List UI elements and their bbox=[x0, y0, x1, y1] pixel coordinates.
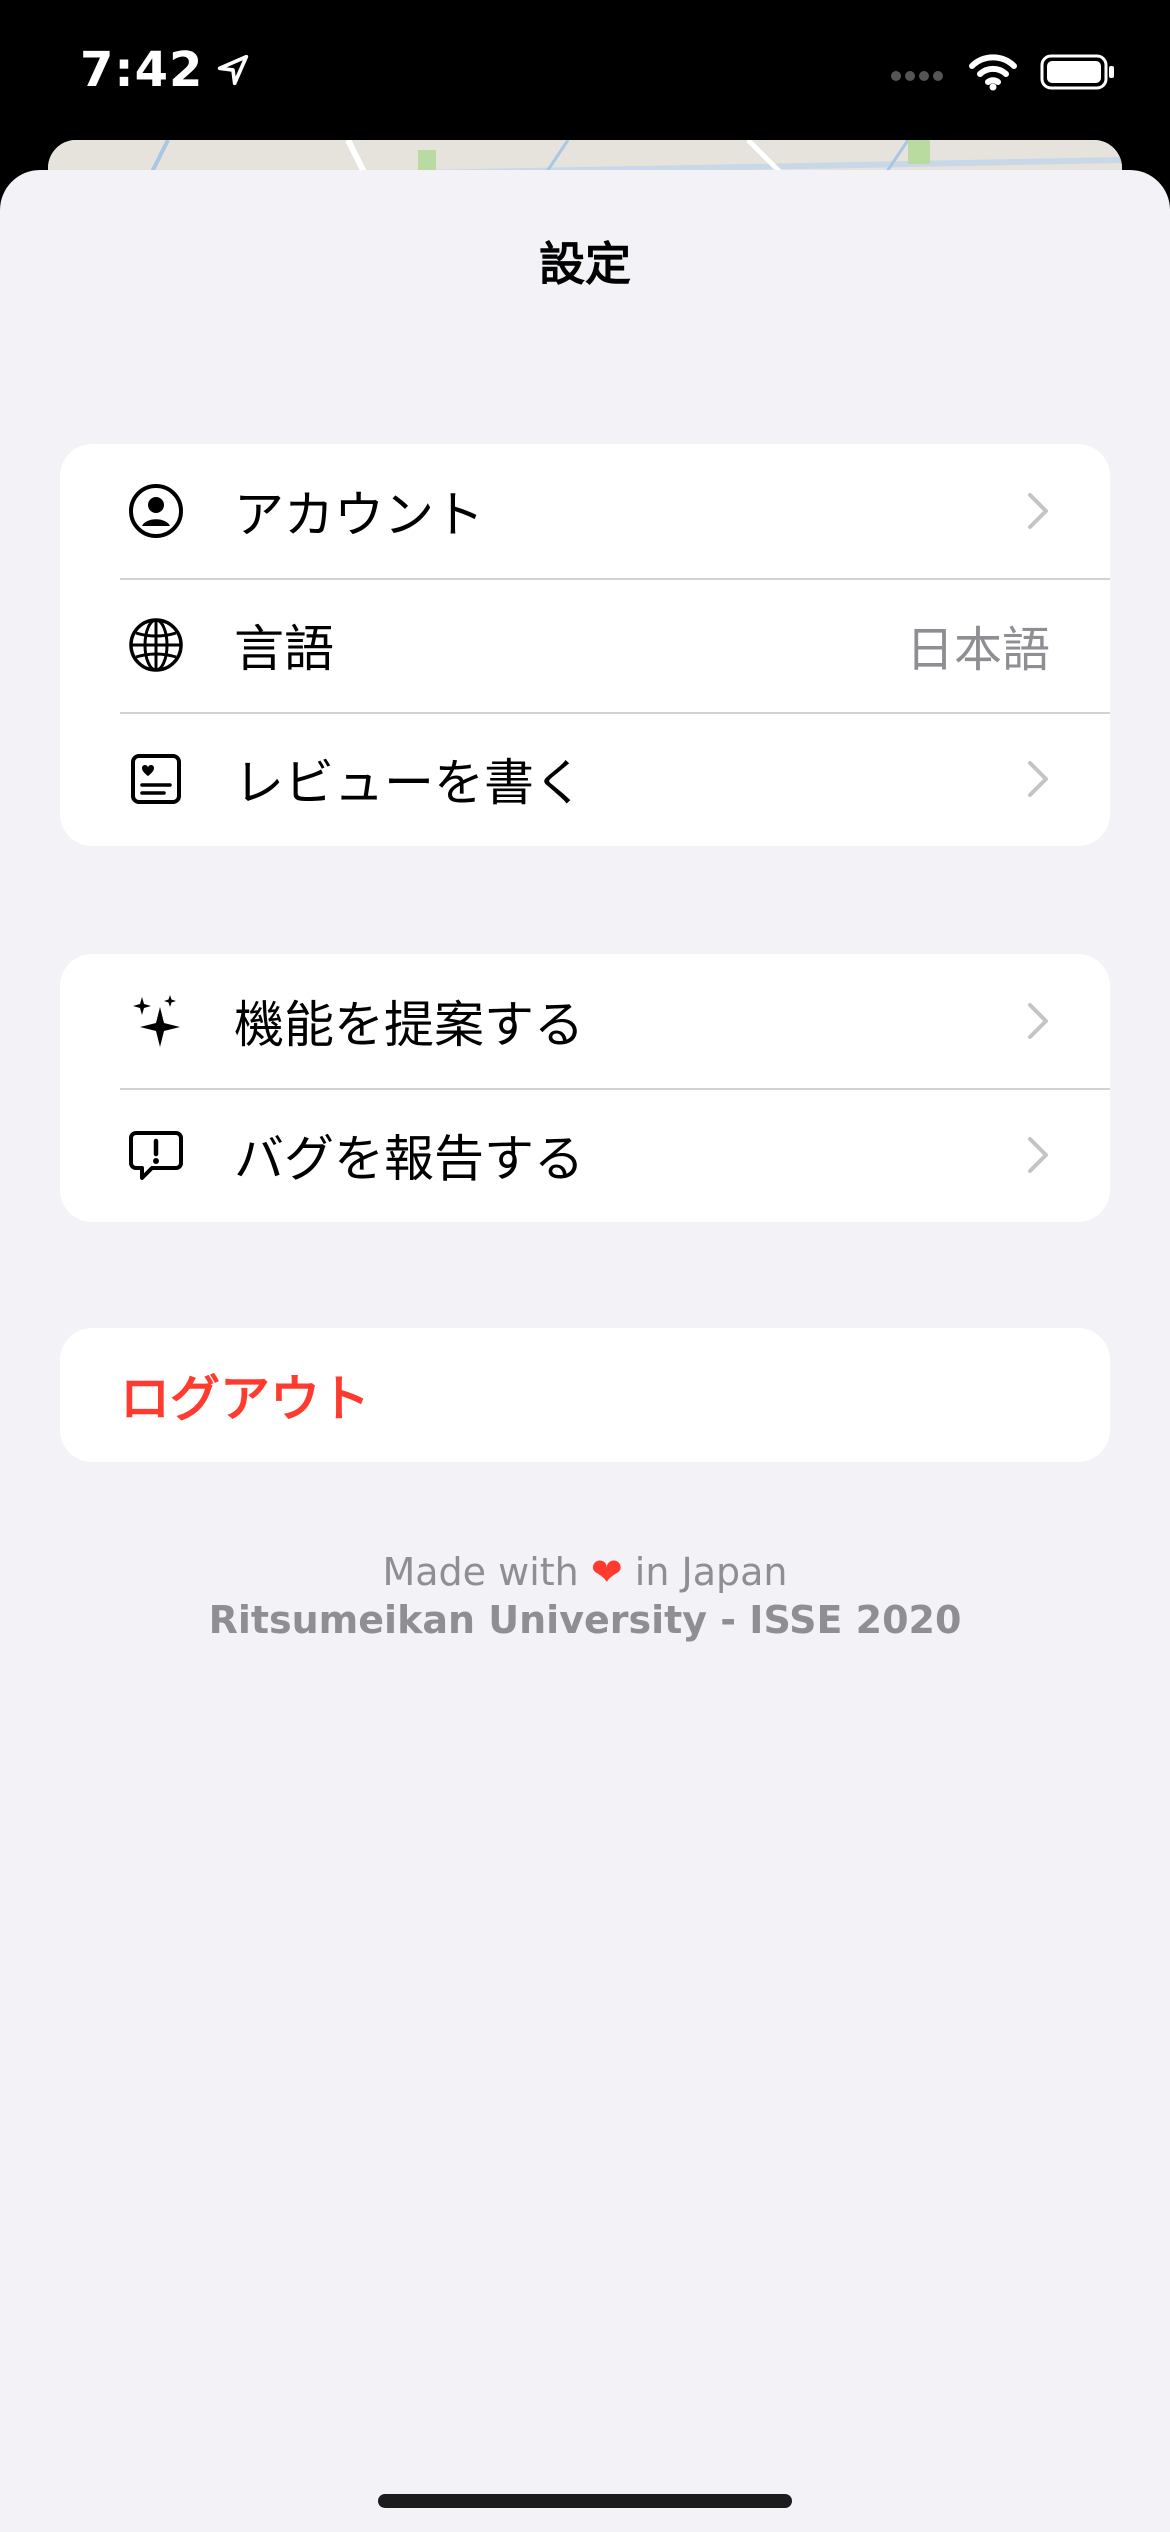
footer-credit: Ritsumeikan University - ISSE 2020 bbox=[208, 1598, 962, 1642]
settings-group-account: アカウント 言語 日本語 レビューを書く bbox=[60, 444, 1110, 846]
battery-icon bbox=[1040, 54, 1114, 90]
person-circle-icon bbox=[129, 484, 183, 538]
chevron-right-icon bbox=[1028, 493, 1048, 529]
footer-in-japan-text: in Japan bbox=[634, 1550, 788, 1594]
location-arrow-icon bbox=[218, 54, 249, 86]
chevron-right-icon bbox=[1028, 1003, 1048, 1039]
chevron-right-icon bbox=[1028, 1137, 1048, 1173]
settings-sheet: 設定 アカウント 言語 日本語 レビューを書く 機能を提案する バグを報告する … bbox=[0, 170, 1170, 2532]
footer-made-with: Made with ❤ in Japan bbox=[0, 1550, 1170, 1594]
settings-group-logout: ログアウト bbox=[60, 1328, 1110, 1462]
review-label: レビューを書く bbox=[234, 754, 584, 812]
settings-row-language[interactable]: 言語 日本語 bbox=[60, 578, 1110, 712]
language-value: 日本語 bbox=[905, 622, 1050, 678]
sparkles-icon bbox=[133, 995, 180, 1047]
wifi-icon bbox=[969, 54, 1017, 91]
chevron-right-icon bbox=[1028, 761, 1048, 797]
globe-icon bbox=[129, 618, 183, 672]
review-card-icon bbox=[131, 754, 181, 804]
home-indicator[interactable] bbox=[378, 2494, 792, 2508]
status-bar: 7:42 bbox=[0, 0, 1170, 140]
exclamation-bubble-icon bbox=[129, 1131, 183, 1180]
signal-icon bbox=[891, 71, 943, 81]
report-bug-label: バグを報告する bbox=[234, 1130, 584, 1188]
account-label: アカウント bbox=[234, 486, 484, 544]
footer-made-with-text: Made with bbox=[382, 1550, 579, 1594]
suggest-feature-label: 機能を提案する bbox=[234, 996, 584, 1054]
settings-row-suggest-feature[interactable]: 機能を提案する bbox=[60, 954, 1110, 1088]
status-time: 7:42 bbox=[80, 42, 204, 98]
heart-icon: ❤ bbox=[590, 1550, 623, 1594]
page-title: 設定 bbox=[539, 237, 631, 291]
language-label: 言語 bbox=[234, 620, 334, 678]
status-indicators bbox=[890, 52, 1116, 92]
settings-row-review[interactable]: レビューを書く bbox=[60, 712, 1110, 846]
logout-label: ログアウト bbox=[120, 1370, 370, 1428]
logout-button[interactable]: ログアウト bbox=[60, 1328, 1110, 1462]
status-time-group: 7:42 bbox=[80, 42, 253, 98]
settings-row-report-bug[interactable]: バグを報告する bbox=[60, 1088, 1110, 1222]
settings-row-account[interactable]: アカウント bbox=[60, 444, 1110, 578]
settings-group-feedback: 機能を提案する バグを報告する bbox=[60, 954, 1110, 1222]
